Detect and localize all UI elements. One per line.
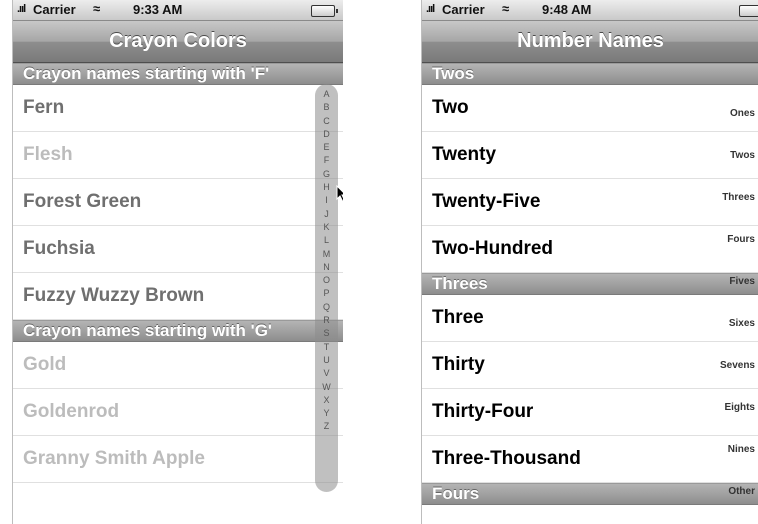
index-letter[interactable]: Y bbox=[315, 407, 338, 420]
index-title[interactable]: Sevens bbox=[720, 360, 755, 371]
index-letter[interactable]: G bbox=[315, 168, 338, 181]
index-letter[interactable]: E bbox=[315, 141, 338, 154]
nav-bar-title: Crayon Colors bbox=[13, 21, 343, 63]
table-row[interactable]: Fuchsia bbox=[13, 226, 343, 273]
index-letter[interactable]: W bbox=[315, 381, 338, 394]
table-row[interactable]: Fern bbox=[13, 85, 343, 132]
table-row[interactable]: Gold bbox=[13, 342, 343, 389]
carrier-label: Carrier bbox=[33, 2, 76, 17]
index-letter[interactable]: J bbox=[315, 208, 338, 221]
table-row[interactable]: Flesh bbox=[13, 132, 343, 179]
index-letter[interactable]: N bbox=[315, 261, 338, 274]
table-row[interactable]: Fuzzy Wuzzy Brown bbox=[13, 273, 343, 320]
status-time: 9:33 AM bbox=[133, 2, 183, 17]
wifi-icon: ≈ bbox=[502, 1, 510, 16]
index-title[interactable]: Fours bbox=[727, 234, 755, 245]
carrier-label: Carrier bbox=[442, 2, 485, 17]
wifi-icon: ≈ bbox=[93, 1, 101, 16]
crayon-colors-screen: .ııl Carrier ≈ 9:33 AM Crayon Colors Cra… bbox=[12, 0, 343, 524]
index-letter[interactable]: D bbox=[315, 128, 338, 141]
table-row[interactable]: Granny Smith Apple bbox=[13, 436, 343, 483]
signal-bars-icon: .ııl bbox=[17, 3, 26, 15]
index-letter[interactable]: U bbox=[315, 354, 338, 367]
index-title[interactable]: Other bbox=[728, 486, 755, 497]
index-letter[interactable]: X bbox=[315, 394, 338, 407]
table-row[interactable]: Goldenrod bbox=[13, 389, 343, 436]
index-title[interactable]: Fives bbox=[729, 276, 755, 287]
index-title[interactable]: Eights bbox=[724, 402, 755, 413]
index-letter[interactable]: A bbox=[315, 88, 338, 101]
index-letter[interactable]: C bbox=[315, 115, 338, 128]
index-title[interactable]: Sixes bbox=[729, 318, 755, 329]
table-view[interactable]: Crayon names starting with 'F' Fern Fles… bbox=[13, 63, 343, 524]
index-letter[interactable]: L bbox=[315, 234, 338, 247]
mouse-pointer-icon bbox=[336, 185, 343, 203]
index-letter[interactable]: H bbox=[315, 181, 338, 194]
index-letter[interactable]: F bbox=[315, 154, 338, 167]
index-letter[interactable]: Z bbox=[315, 420, 338, 433]
number-names-screen: .ııl Carrier ≈ 9:48 AM Number Names Twos… bbox=[421, 0, 758, 524]
index-letter[interactable]: O bbox=[315, 274, 338, 287]
index-letter[interactable]: S bbox=[315, 327, 338, 340]
index-title[interactable]: Ones bbox=[730, 108, 755, 119]
index-title[interactable]: Nines bbox=[728, 444, 755, 455]
index-letter[interactable]: V bbox=[315, 367, 338, 380]
index-letter[interactable]: P bbox=[315, 287, 338, 300]
index-letter[interactable]: I bbox=[315, 194, 338, 207]
index-letter[interactable]: B bbox=[315, 101, 338, 114]
section-index-bar[interactable]: A B C D E F G H I J K L M N O P Q R S T … bbox=[315, 84, 338, 492]
index-letter[interactable]: R bbox=[315, 314, 338, 327]
index-letter[interactable]: T bbox=[315, 341, 338, 354]
table-row[interactable] bbox=[13, 483, 343, 524]
status-bar: .ııl Carrier ≈ 9:33 AM bbox=[13, 0, 343, 21]
section-index-titles[interactable]: Ones Twos Threes Fours Fives Sixes Seven… bbox=[695, 0, 755, 524]
table-row[interactable]: Forest Green bbox=[13, 179, 343, 226]
index-letter[interactable]: M bbox=[315, 248, 338, 261]
section-header: Crayon names starting with 'F' bbox=[13, 63, 343, 85]
signal-bars-icon: .ııl bbox=[426, 3, 435, 15]
index-title[interactable]: Twos bbox=[730, 150, 755, 161]
index-letter[interactable]: Q bbox=[315, 301, 338, 314]
index-letter[interactable]: K bbox=[315, 221, 338, 234]
index-title[interactable]: Threes bbox=[722, 192, 755, 203]
section-header: Crayon names starting with 'G' bbox=[13, 320, 343, 342]
battery-icon bbox=[311, 5, 338, 17]
status-time: 9:48 AM bbox=[542, 2, 592, 17]
